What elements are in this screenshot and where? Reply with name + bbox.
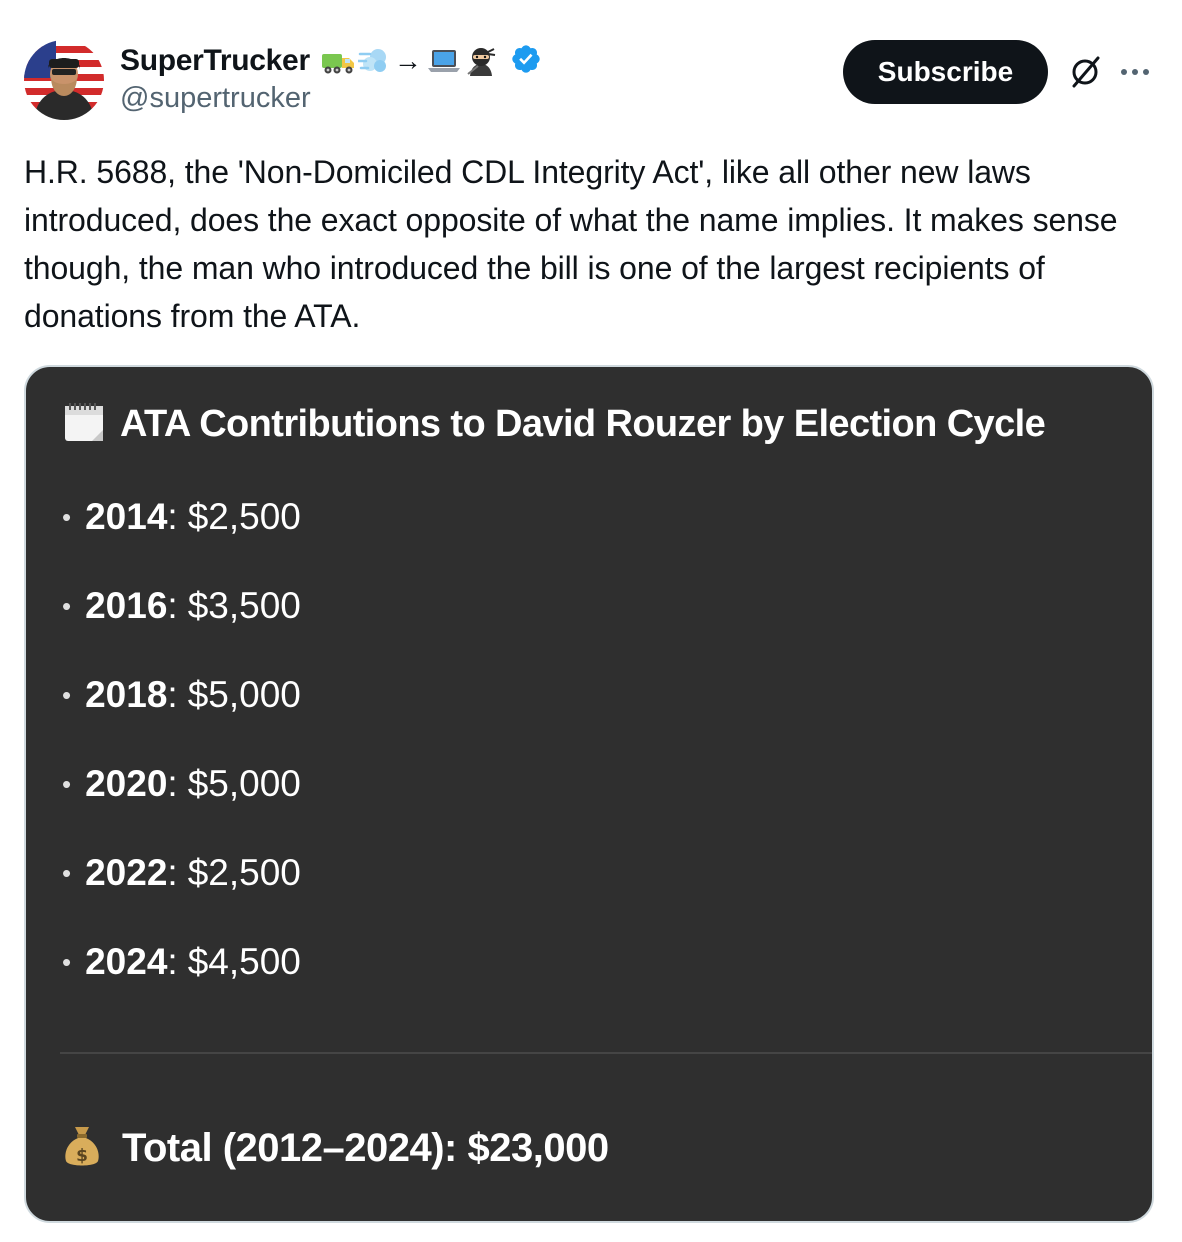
svg-text:$: $ xyxy=(76,1146,88,1166)
cycle-year: 2018 xyxy=(85,674,168,715)
list-item: • 2016: $3,500 xyxy=(62,581,301,631)
list-item: • 2014: $2,500 xyxy=(62,492,301,542)
laptop-icon xyxy=(426,46,462,76)
money-bag-icon: $ xyxy=(62,1123,102,1174)
subscribe-button[interactable]: Subscribe xyxy=(843,40,1048,104)
cycle-amount: $4,500 xyxy=(187,941,301,982)
colon-separator: : xyxy=(167,941,178,982)
total-row: $ Total (2012–2024): $23,000 xyxy=(62,1123,609,1173)
bullet: • xyxy=(62,590,72,621)
cycle-amount: $5,000 xyxy=(187,674,301,715)
total-text: Total (2012–2024): $23,000 xyxy=(122,1125,609,1170)
cycle-amount: $5,000 xyxy=(187,763,301,804)
calendar-icon xyxy=(62,400,106,449)
name-emoji-group: → xyxy=(320,45,498,77)
colon-separator: : xyxy=(167,852,178,893)
cycle-year: 2022 xyxy=(85,852,168,893)
cycle-year: 2020 xyxy=(85,763,168,804)
cycle-amount: $2,500 xyxy=(187,496,301,537)
cycle-year: 2014 xyxy=(85,496,168,537)
tweet-text: H.R. 5688, the 'Non-Domiciled CDL Integr… xyxy=(24,154,1118,334)
bullet: • xyxy=(62,679,72,710)
author-name-row[interactable]: SuperTrucker → xyxy=(120,40,542,82)
author-handle[interactable]: @supertrucker xyxy=(120,82,311,115)
truck-icon xyxy=(320,46,356,76)
list-item: • 2024: $4,500 xyxy=(62,937,301,987)
cycle-year: 2024 xyxy=(85,941,168,982)
grok-icon[interactable] xyxy=(1066,52,1106,97)
avatar[interactable] xyxy=(24,40,104,120)
dash-icon xyxy=(357,46,390,76)
list-item: • 2020: $5,000 xyxy=(62,759,301,809)
cycle-amount: $3,500 xyxy=(187,585,301,626)
media-card[interactable]: ATA Contributions to David Rouzer by Ele… xyxy=(24,365,1154,1223)
cycle-amount: $2,500 xyxy=(187,852,301,893)
list-item: • 2018: $5,000 xyxy=(62,670,301,720)
divider xyxy=(60,1052,1152,1054)
bullet: • xyxy=(62,768,72,799)
tweet: SuperTrucker → @supertrucker Subscribe H… xyxy=(0,0,1182,1242)
card-title: ATA Contributions to David Rouzer by Ele… xyxy=(120,402,1046,445)
bullet: • xyxy=(62,857,72,888)
author-display-name[interactable]: SuperTrucker xyxy=(120,44,310,78)
verified-badge-icon xyxy=(510,43,542,80)
ninja-icon xyxy=(464,46,498,76)
bullet: • xyxy=(62,501,72,532)
colon-separator: : xyxy=(167,763,178,804)
bullet: • xyxy=(62,946,72,977)
list-item: • 2022: $2,500 xyxy=(62,848,301,898)
more-options-icon[interactable] xyxy=(1118,60,1154,89)
arrow-right-icon: → xyxy=(393,45,422,76)
colon-separator: : xyxy=(167,585,178,626)
colon-separator: : xyxy=(167,496,178,537)
colon-separator: : xyxy=(167,674,178,715)
cycle-year: 2016 xyxy=(85,585,168,626)
card-title-row: ATA Contributions to David Rouzer by Ele… xyxy=(62,400,1046,449)
